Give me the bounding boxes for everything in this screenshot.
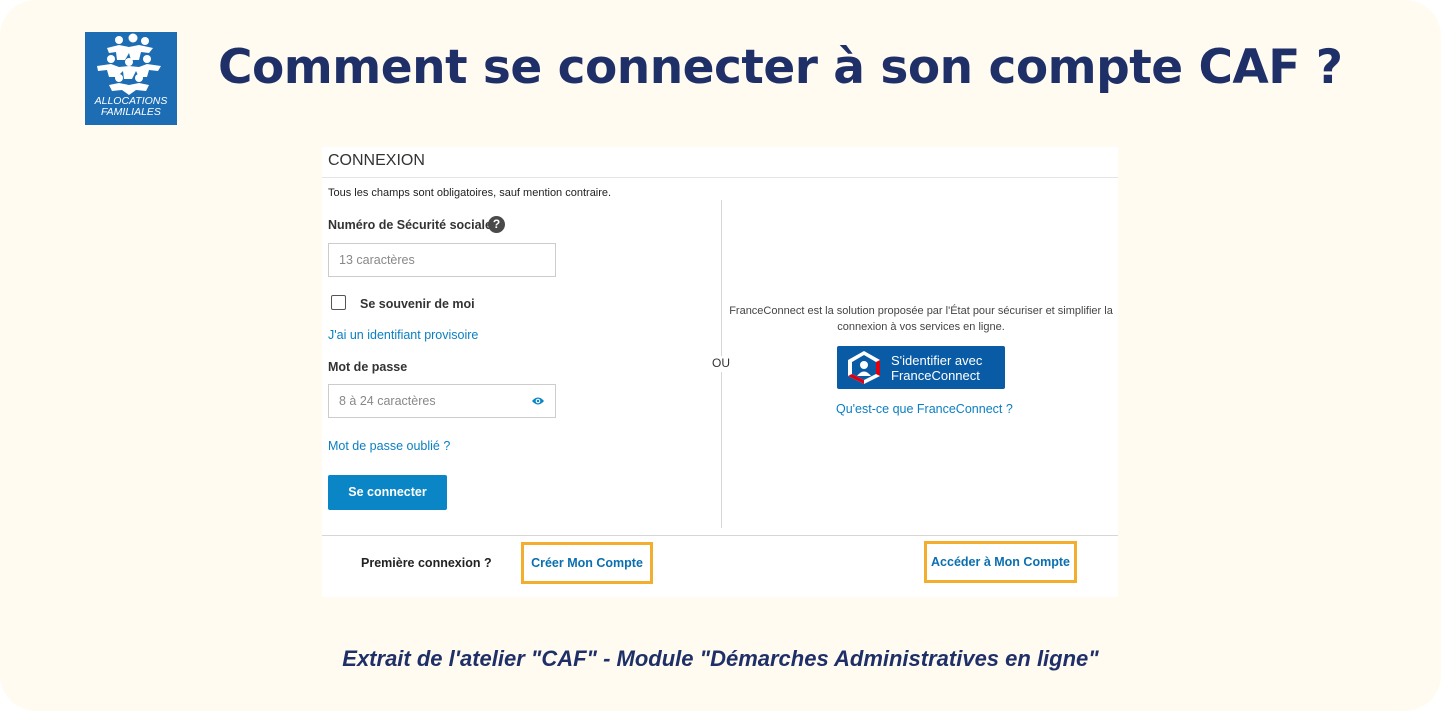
- franceconnect-logo-icon: [848, 351, 880, 384]
- family-figures-icon: [97, 33, 161, 95]
- slide-card: ALLOCATIONS FAMILIALES Comment se connec…: [0, 0, 1441, 711]
- remember-me-checkbox[interactable]: [331, 295, 346, 310]
- franceconnect-description: FranceConnect est la solution proposée p…: [729, 305, 1113, 333]
- or-separator: OU: [710, 356, 732, 372]
- title-divider: [322, 177, 1118, 178]
- login-title: CONNEXION: [328, 152, 425, 169]
- login-button[interactable]: Se connecter: [328, 475, 447, 510]
- remember-me-label[interactable]: Se souvenir de moi: [360, 297, 475, 311]
- access-account-link[interactable]: Accéder à Mon Compte: [927, 544, 1074, 580]
- access-account-highlight: Accéder à Mon Compte: [924, 541, 1077, 583]
- mandatory-note: Tous les champs sont obligatoires, sauf …: [328, 187, 612, 199]
- franceconnect-button-line1: S'identifier avec: [891, 353, 983, 368]
- first-connection-label: Première connexion ?: [361, 556, 492, 570]
- password-placeholder: 8 à 24 caractères: [339, 394, 436, 408]
- login-panel: CONNEXION Tous les champs sont obligatoi…: [322, 147, 1118, 597]
- forgot-password-link[interactable]: Mot de passe oublié ?: [328, 439, 450, 453]
- footer-divider: [322, 535, 1118, 536]
- franceconnect-info-link[interactable]: Qu'est-ce que FranceConnect ?: [836, 402, 1013, 416]
- create-account-highlight: Créer Mon Compte: [521, 542, 653, 584]
- password-label: Mot de passe: [328, 360, 408, 374]
- page-title: Comment se connecter à son compte CAF ?: [218, 40, 1343, 95]
- logo-text-line2: FAMILIALES: [101, 106, 161, 118]
- franceconnect-button-line2: FranceConnect: [891, 368, 980, 383]
- ssn-label: Numéro de Sécurité sociale: [328, 218, 492, 232]
- franceconnect-button[interactable]: S'identifier avec FranceConnect: [837, 346, 1005, 389]
- create-account-link[interactable]: Créer Mon Compte: [524, 545, 650, 581]
- password-input[interactable]: 8 à 24 caractères: [328, 384, 556, 418]
- temporary-id-link[interactable]: J'ai un identifiant provisoire: [328, 328, 478, 342]
- caf-logo: ALLOCATIONS FAMILIALES: [85, 32, 177, 125]
- question-circle-icon[interactable]: ?: [488, 216, 505, 233]
- ssn-input[interactable]: 13 caractères: [328, 243, 556, 277]
- eye-icon[interactable]: [531, 396, 545, 406]
- caption: Extrait de l'atelier "CAF" - Module "Dém…: [342, 646, 1099, 671]
